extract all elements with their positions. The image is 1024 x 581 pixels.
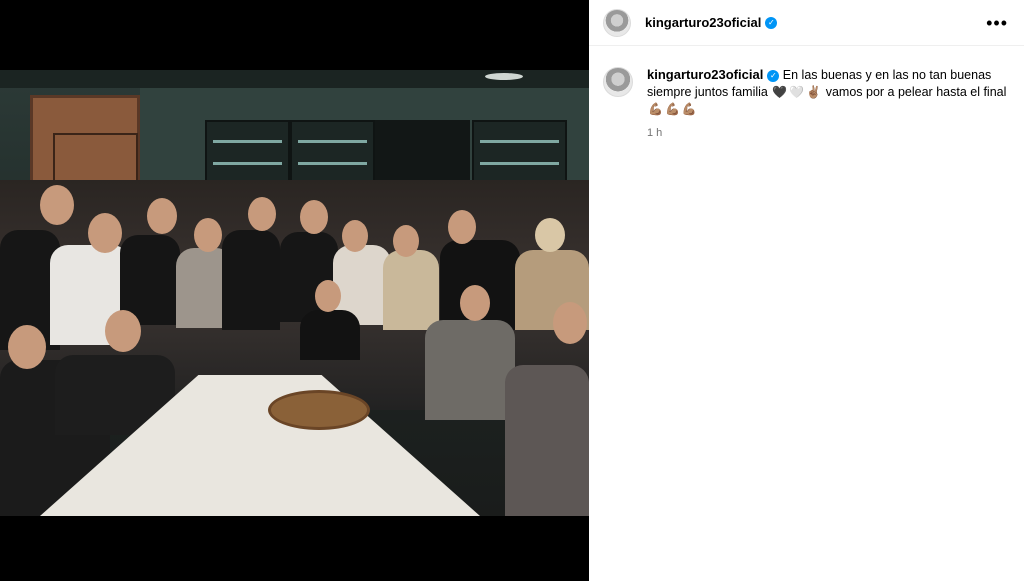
author-avatar[interactable]	[603, 8, 631, 37]
photo-ceiling-light	[485, 73, 523, 80]
caption-text-2: vamos por a pelear hasta el final	[825, 85, 1007, 99]
author-username[interactable]: kingarturo23oficial	[645, 15, 761, 30]
caption-body: kingarturo23oficial ✓ En las buenas y en …	[647, 66, 1007, 142]
flexed-biceps-icon: 💪🏽	[648, 102, 663, 116]
photo-bowl	[268, 390, 370, 430]
verified-badge-icon: ✓	[765, 16, 778, 29]
post-header: kingarturo23oficial ✓ •••	[589, 0, 1024, 46]
flexed-biceps-icon: 💪🏽	[681, 102, 697, 116]
post-photo[interactable]	[0, 70, 589, 516]
victory-hand-icon: ✌🏽	[806, 85, 822, 99]
media-pane	[0, 0, 589, 581]
verified-badge-icon: ✓	[767, 69, 780, 82]
caption-comment: kingarturo23oficial ✓ En las buenas y en …	[589, 46, 1024, 142]
caption-timestamp[interactable]: 1 h	[647, 125, 1007, 142]
caption-avatar[interactable]	[603, 67, 633, 97]
flexed-biceps-icon: 💪🏽	[664, 102, 680, 116]
caption-username[interactable]: kingarturo23oficial	[647, 67, 763, 82]
black-heart-icon: 🖤	[772, 85, 788, 99]
post-side-panel: kingarturo23oficial ✓ ••• kingarturo23of…	[589, 0, 1024, 581]
white-heart-icon: 🤍	[789, 85, 805, 99]
more-horizontal-icon[interactable]: •••	[986, 14, 1008, 32]
